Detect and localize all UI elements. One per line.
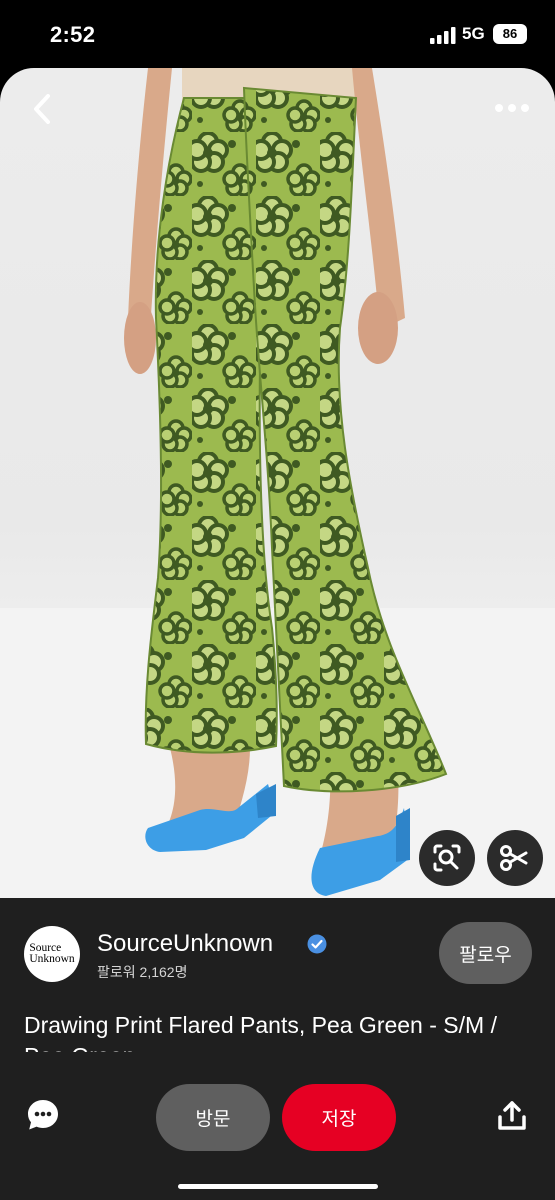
verified-badge-icon xyxy=(307,934,327,954)
more-horizontal-icon[interactable] xyxy=(492,96,532,120)
chevron-left-icon[interactable] xyxy=(28,90,56,128)
follower-count: 팔로워 2,162명 xyxy=(97,964,188,980)
avatar-logo: Source Unknown xyxy=(29,942,75,965)
share-icon[interactable] xyxy=(496,1100,528,1132)
save-button[interactable]: 저장 xyxy=(282,1084,396,1151)
creator-name[interactable]: SourceUnknown xyxy=(97,930,273,958)
battery-indicator: 86 xyxy=(493,24,527,44)
follow-button[interactable]: 팔로우 xyxy=(439,922,532,984)
status-time: 2:52 xyxy=(50,22,96,47)
avatar[interactable]: Source Unknown xyxy=(24,926,80,982)
home-indicator[interactable] xyxy=(178,1184,378,1189)
action-bar: 방문 저장 xyxy=(0,1052,555,1200)
crop-button[interactable] xyxy=(487,830,543,886)
visual-search-icon xyxy=(433,844,461,872)
visit-button[interactable]: 방문 xyxy=(156,1084,270,1151)
cellular-signal-icon xyxy=(430,27,456,44)
visual-search-button[interactable] xyxy=(419,830,475,886)
network-type: 5G xyxy=(462,24,485,43)
scissors-icon xyxy=(500,845,528,871)
pin-photo xyxy=(0,68,555,900)
status-bar: 2:52 5G 86 xyxy=(0,0,555,68)
pin-image-card[interactable] xyxy=(0,68,555,900)
chat-bubble-icon[interactable] xyxy=(26,1098,60,1132)
